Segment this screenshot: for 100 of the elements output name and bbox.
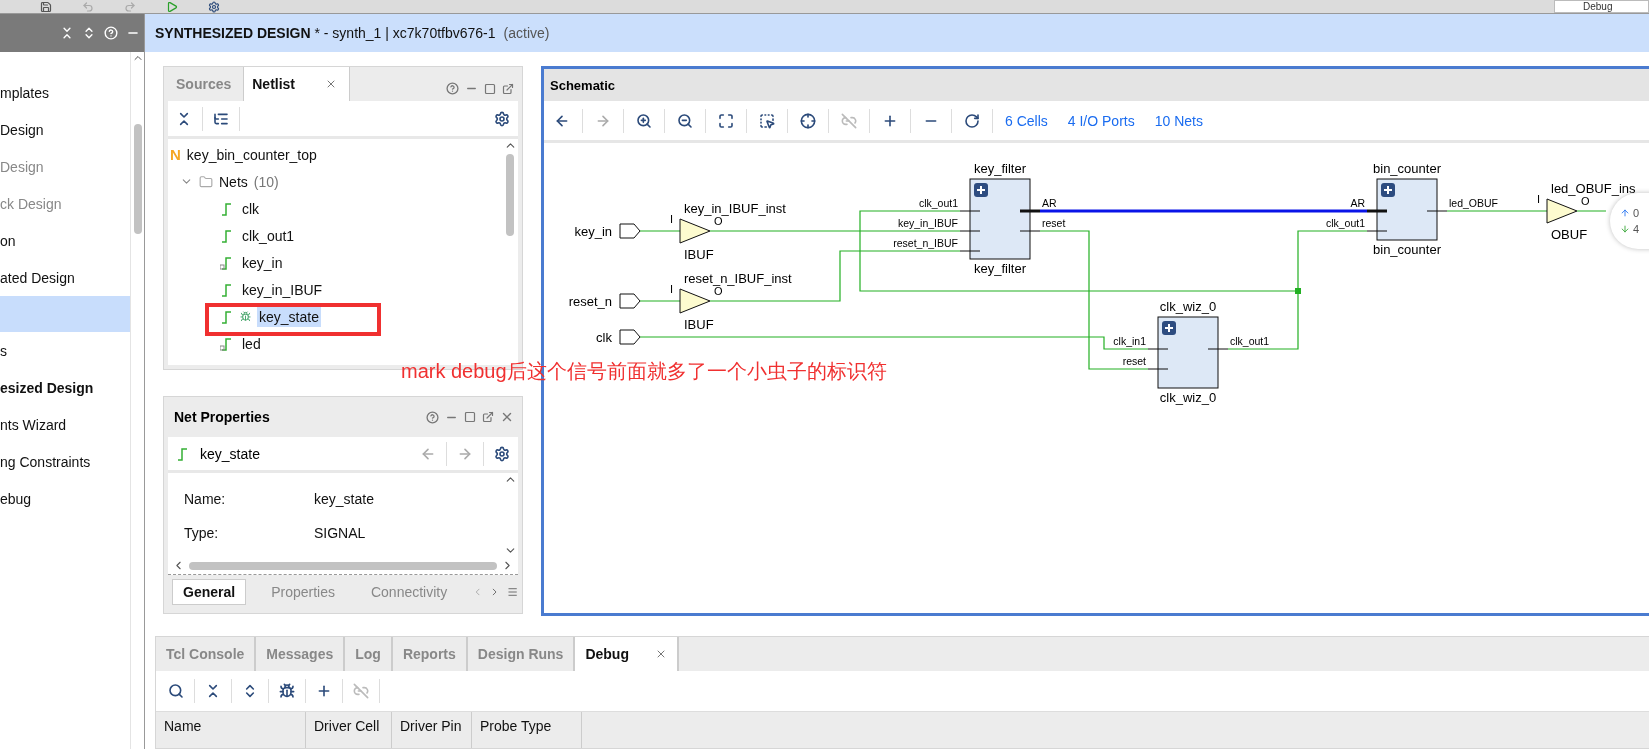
port-net-icon [220, 336, 234, 351]
item-count: (10) [253, 173, 279, 190]
instance-label: led_OBUF_ins [1551, 181, 1636, 196]
settings-icon[interactable] [494, 110, 510, 127]
net-item[interactable]: led [220, 333, 263, 354]
navigator-item[interactable]: on [0, 222, 130, 259]
navigator-item[interactable]: ng Constraints [0, 443, 130, 480]
instance-label: key_filter [974, 161, 1026, 176]
maximize-icon[interactable] [484, 82, 496, 95]
design-title: SYNTHESIZED DESIGN [155, 25, 311, 41]
bug-icon[interactable] [279, 683, 295, 699]
crosshair-icon[interactable] [800, 112, 816, 129]
collapse-all-icon[interactable] [60, 26, 74, 40]
scrollbar-thumb[interactable] [133, 124, 142, 234]
float-icon[interactable] [502, 82, 514, 95]
pin-label: clk_in1 [1113, 335, 1146, 347]
navigator-item[interactable]: s [0, 332, 130, 369]
scrollbar-thumb[interactable] [506, 154, 514, 236]
fit-icon[interactable] [718, 112, 734, 129]
pin-label: AR [1350, 197, 1365, 209]
summary-link[interactable]: 6 Cells [1005, 112, 1048, 129]
buffer-type-label: OBUF [1551, 227, 1588, 242]
tree-label: key_bin_counter_top [186, 146, 317, 163]
select-area-icon[interactable] [759, 112, 775, 129]
net-icon [220, 282, 234, 297]
pin-label: AR [1042, 197, 1057, 209]
net-label: key_state [257, 306, 321, 327]
zoom-out-icon[interactable] [677, 112, 693, 129]
plus-icon[interactable] [316, 683, 332, 699]
port-symbol[interactable] [619, 329, 641, 345]
net-item[interactable]: clk [220, 198, 262, 219]
buffer-symbol[interactable] [679, 218, 711, 244]
port-label: reset_n [568, 294, 612, 309]
net-label: clk [241, 199, 261, 219]
summary-link[interactable]: 10 Nets [1154, 112, 1203, 129]
pin-label: clk_out1 [918, 197, 958, 209]
scrollbar-thumb[interactable] [189, 561, 497, 570]
save-icon[interactable] [40, 0, 52, 13]
buffer-symbol[interactable] [679, 288, 711, 314]
run-icon[interactable] [166, 0, 178, 13]
layout-dropdown[interactable]: Debug [1554, 0, 1649, 13]
panel-tab[interactable]: Netlist [244, 67, 351, 101]
navigator-item[interactable]: esized Design [0, 369, 130, 406]
net-label: key_state [200, 445, 260, 462]
navigator-item[interactable]: Design [0, 111, 130, 148]
popup-count: 4 [1633, 223, 1640, 235]
navigator-item[interactable]: ebug [0, 480, 130, 517]
port-label: clk [596, 330, 612, 345]
net-item[interactable]: key_in [220, 252, 285, 273]
tree-label: Nets [219, 173, 248, 190]
expand-all-icon[interactable] [82, 26, 96, 40]
navigator-item[interactable]: ated Design [0, 259, 130, 296]
net-icon [176, 446, 190, 461]
pin-label: clk_out1 [1325, 217, 1365, 229]
tree-root[interactable]: N key_bin_counter_top [170, 144, 317, 165]
navigator-item[interactable]: ck Design [0, 185, 130, 222]
cell-block[interactable] [1157, 316, 1219, 389]
port-label: key_in [574, 224, 612, 239]
search-icon[interactable] [168, 683, 184, 699]
help-icon[interactable] [446, 82, 459, 95]
folder-icon [199, 174, 213, 189]
column-header[interactable]: Driver Pin [392, 712, 472, 748]
settings-icon[interactable] [208, 0, 220, 13]
net-item[interactable]: key_state [220, 306, 321, 327]
navigator-item[interactable]: nts Wizard [0, 406, 130, 443]
panel-tab[interactable]: Debug [575, 637, 679, 671]
property-tab[interactable]: General [172, 579, 247, 605]
pin-label: O [1581, 195, 1590, 207]
close-icon[interactable] [500, 410, 514, 424]
refresh-icon[interactable] [964, 112, 980, 129]
column-header[interactable]: Name [156, 712, 306, 748]
design-info: * - synth_1 | xc7k70tfbv676-1 [313, 25, 496, 41]
settings-icon[interactable] [494, 445, 510, 462]
column-header[interactable]: Driver Cell [306, 712, 392, 748]
navigator-item[interactable]: Design [0, 148, 130, 185]
cell-block[interactable] [969, 178, 1031, 260]
property-value: SIGNAL [314, 525, 367, 541]
net-icon [220, 309, 234, 324]
float-icon[interactable] [482, 411, 494, 423]
menu-icon[interactable] [506, 586, 518, 598]
net-item[interactable]: clk_out1 [220, 225, 297, 246]
buffer-type-label: IBUF [684, 247, 714, 262]
summary-link[interactable]: 4 I/O Ports [1067, 112, 1135, 129]
port-symbol[interactable] [619, 223, 641, 239]
pin-label: I [670, 213, 674, 225]
help-icon[interactable] [426, 410, 439, 424]
zoom-in-icon[interactable] [636, 112, 652, 129]
instance-label: clk_wiz_0 [1159, 299, 1217, 314]
maximize-icon[interactable] [464, 411, 476, 423]
port-net-icon [220, 255, 234, 270]
instance-label: key_in_IBUF_inst [684, 201, 786, 216]
navigator-item[interactable]: mplates [0, 74, 130, 111]
pin-label: reset [1042, 217, 1066, 229]
net-item[interactable]: key_in_IBUF [220, 279, 325, 300]
column-header[interactable]: Probe Type [472, 712, 582, 748]
design-status: (active) [503, 25, 550, 41]
buffer-symbol[interactable] [1546, 198, 1578, 224]
cell-block[interactable] [1376, 178, 1438, 241]
tree-group[interactable]: Nets (10) [180, 171, 279, 192]
port-symbol[interactable] [619, 293, 641, 309]
